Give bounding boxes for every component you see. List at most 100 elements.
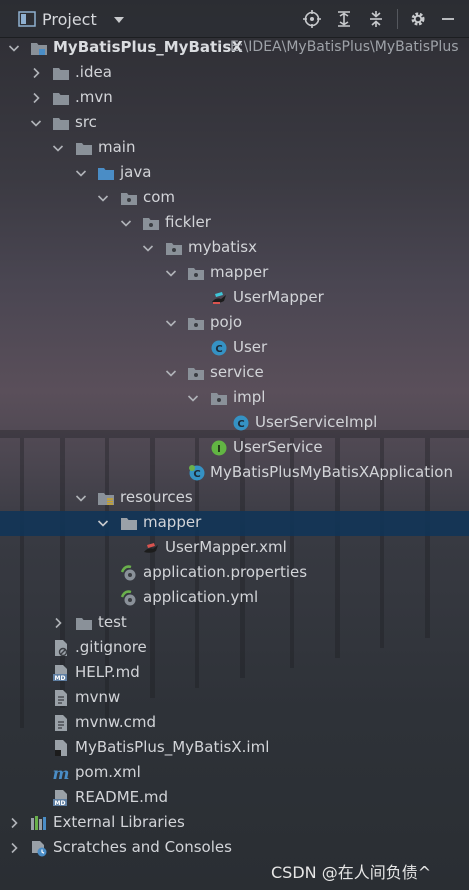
interface-icon: I bbox=[211, 440, 227, 456]
chevron-down-icon[interactable] bbox=[52, 142, 64, 154]
tree-node-label: README.md bbox=[75, 788, 169, 806]
tree-node-label: resources bbox=[120, 488, 193, 506]
tree-node-com[interactable]: com bbox=[0, 186, 469, 211]
tree-node-user-mapper-xml[interactable]: UserMapper.xml bbox=[0, 536, 469, 561]
tree-node-scratches[interactable]: Scratches and Consoles bbox=[0, 836, 469, 861]
tree-node-impl[interactable]: impl bbox=[0, 386, 469, 411]
svg-text:m: m bbox=[53, 764, 70, 782]
tree-node-idea[interactable]: .idea bbox=[0, 61, 469, 86]
tree-node-label: UserMapper bbox=[233, 288, 324, 306]
chevron-down-icon[interactable] bbox=[8, 42, 20, 54]
chevron-down-icon[interactable] bbox=[165, 317, 177, 329]
tree-node-user[interactable]: C User bbox=[0, 336, 469, 361]
tree-node-label: MyBatisPlus_MyBatisX.iml bbox=[75, 738, 270, 756]
folder-icon bbox=[53, 118, 69, 130]
spring-config-icon bbox=[120, 590, 136, 606]
tree-node-java[interactable]: java bbox=[0, 161, 469, 186]
collapse-all-icon[interactable] bbox=[366, 9, 386, 29]
chevron-down-icon[interactable] bbox=[112, 13, 126, 27]
tree-node-mvnw[interactable]: mvnw bbox=[0, 686, 469, 711]
chevron-down-icon[interactable] bbox=[165, 267, 177, 279]
tree-node-path: E:\IDEA\MyBatisPlus\MyBatisPlus bbox=[230, 39, 459, 55]
chevron-right-icon[interactable] bbox=[8, 817, 20, 829]
tree-node-label: test bbox=[98, 613, 127, 631]
module-folder-icon bbox=[31, 43, 47, 55]
tree-node-label: mvnw bbox=[75, 688, 121, 706]
tree-node-label: UserServiceImpl bbox=[255, 413, 378, 431]
tree-node-src[interactable]: src bbox=[0, 111, 469, 136]
spring-boot-class-icon: C bbox=[189, 465, 205, 481]
spring-config-icon bbox=[120, 565, 136, 581]
markdown-file-icon: MD bbox=[53, 665, 67, 682]
tree-node-user-mapper[interactable]: UserMapper bbox=[0, 286, 469, 311]
chevron-down-icon[interactable] bbox=[75, 167, 87, 179]
folder-icon bbox=[121, 518, 137, 530]
tree-node-user-service[interactable]: I UserService bbox=[0, 436, 469, 461]
tree-node-mvnw-cmd[interactable]: mvnw.cmd bbox=[0, 711, 469, 736]
svg-text:C: C bbox=[193, 469, 200, 480]
tree-node-label: impl bbox=[233, 388, 266, 406]
tree-node-label: service bbox=[210, 363, 264, 381]
tree-node-readme-md[interactable]: MD README.md bbox=[0, 786, 469, 811]
tree-node-gitignore[interactable]: .gitignore bbox=[0, 636, 469, 661]
tree-node-user-service-impl[interactable]: C UserServiceImpl bbox=[0, 411, 469, 436]
chevron-down-icon[interactable] bbox=[75, 492, 87, 504]
module-file-icon bbox=[55, 740, 67, 756]
tree-node-main[interactable]: main bbox=[0, 136, 469, 161]
tree-node-label: mybatisx bbox=[188, 238, 257, 256]
tree-node-service[interactable]: service bbox=[0, 361, 469, 386]
tree-node-fickler[interactable]: fickler bbox=[0, 211, 469, 236]
libraries-icon bbox=[31, 816, 46, 830]
tree-node-label: mapper bbox=[210, 263, 269, 281]
package-folder-icon bbox=[143, 218, 159, 230]
tree-node-label: External Libraries bbox=[53, 813, 185, 831]
chevron-down-icon[interactable] bbox=[142, 242, 154, 254]
tree-node-label: com bbox=[143, 188, 176, 206]
tree-node-label: java bbox=[120, 163, 152, 181]
svg-text:C: C bbox=[237, 419, 244, 430]
tree-node-test[interactable]: test bbox=[0, 611, 469, 636]
tree-node-mybatisx[interactable]: mybatisx bbox=[0, 236, 469, 261]
tree-node-root[interactable]: MyBatisPlus_MyBatisX E:\IDEA\MyBatisPlus… bbox=[0, 36, 469, 61]
project-view-icon[interactable] bbox=[18, 11, 36, 27]
chevron-right-icon[interactable] bbox=[52, 617, 64, 629]
tree-node-mapper[interactable]: mapper bbox=[0, 261, 469, 286]
chevron-down-icon[interactable] bbox=[187, 392, 199, 404]
tree-node-application[interactable]: C MyBatisPlusMyBatisXApplication bbox=[0, 461, 469, 486]
tree-node-help-md[interactable]: MD HELP.md bbox=[0, 661, 469, 686]
resources-folder-icon bbox=[98, 493, 114, 505]
package-folder-icon bbox=[121, 193, 137, 205]
tree-node-iml[interactable]: MyBatisPlus_MyBatisX.iml bbox=[0, 736, 469, 761]
tree-node-mvn[interactable]: .mvn bbox=[0, 86, 469, 111]
tree-node-pom-xml[interactable]: m pom.xml bbox=[0, 761, 469, 786]
svg-text:I: I bbox=[217, 444, 221, 455]
package-folder-icon bbox=[188, 318, 204, 330]
tree-node-resources[interactable]: resources bbox=[0, 486, 469, 511]
tree-node-label: .idea bbox=[75, 63, 112, 81]
chevron-right-icon[interactable] bbox=[8, 842, 20, 854]
tree-node-application-yml[interactable]: application.yml bbox=[0, 586, 469, 611]
chevron-down-icon[interactable] bbox=[97, 517, 109, 529]
tree-node-label: mvnw.cmd bbox=[75, 713, 157, 731]
chevron-down-icon[interactable] bbox=[30, 117, 42, 129]
maven-icon: m bbox=[53, 764, 70, 782]
expand-all-icon[interactable] bbox=[334, 9, 354, 29]
tree-node-resources-mapper[interactable]: mapper bbox=[0, 511, 469, 536]
tree-node-external-libraries[interactable]: External Libraries bbox=[0, 811, 469, 836]
chevron-down-icon[interactable] bbox=[97, 192, 109, 204]
chevron-down-icon[interactable] bbox=[165, 367, 177, 379]
tree-node-label: pojo bbox=[210, 313, 243, 331]
chevron-right-icon[interactable] bbox=[30, 92, 42, 104]
tree-node-label: application.yml bbox=[143, 588, 259, 606]
tree-node-pojo[interactable]: pojo bbox=[0, 311, 469, 336]
chevron-down-icon[interactable] bbox=[120, 217, 132, 229]
folder-icon bbox=[76, 618, 92, 630]
class-icon: C bbox=[211, 340, 227, 356]
project-view-title[interactable]: Project bbox=[42, 10, 97, 29]
gear-icon[interactable] bbox=[408, 9, 428, 29]
tree-node-application-properties[interactable]: application.properties bbox=[0, 561, 469, 586]
minimize-icon[interactable] bbox=[438, 9, 458, 29]
chevron-right-icon[interactable] bbox=[30, 67, 42, 79]
scratches-icon bbox=[32, 841, 47, 857]
locate-icon[interactable] bbox=[302, 9, 322, 29]
